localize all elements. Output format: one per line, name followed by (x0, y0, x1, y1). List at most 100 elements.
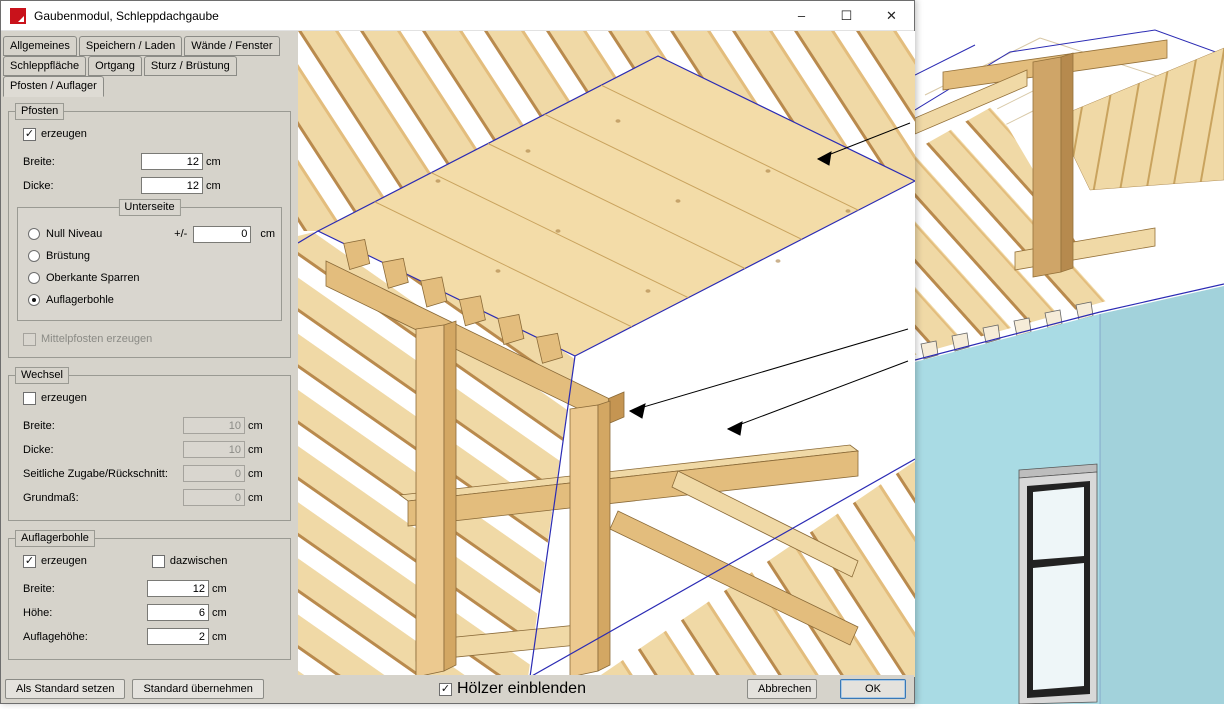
group-pfosten-caption: Pfosten (15, 103, 64, 120)
left-post (416, 321, 456, 677)
unterseite-oberkante-row: Oberkante Sparren (28, 270, 275, 286)
wechsel-erzeugen-row: erzeugen (23, 390, 284, 406)
auflagerbohle-breite-input[interactable] (147, 580, 209, 597)
wechsel-breite-input (183, 417, 245, 434)
titlebar[interactable]: Gaubenmodul, Schleppdachgaube – ☐ ✕ (1, 1, 914, 31)
ok-button[interactable]: OK (840, 679, 906, 699)
group-unterseite: Unterseite Null Niveau +/- cm Brüstung (17, 207, 282, 321)
group-wechsel: Wechsel erzeugen Breite: cm Dicke: cm Se… (8, 375, 291, 521)
panel-content: Pfosten ✓ erzeugen Breite: cm Dicke: cm … (1, 97, 298, 660)
mittelpfosten-row: Mittelpfosten erzeugen (23, 331, 284, 347)
pfosten-breite-unit: cm (206, 156, 221, 168)
auflagerbohle-auflagehoehe-input[interactable] (147, 628, 209, 645)
wechsel-dicke-unit: cm (248, 444, 263, 456)
unterseite-bruestung-label: Brüstung (46, 250, 90, 262)
unterseite-offset-label: +/- (174, 228, 187, 240)
unterseite-oberkante-sparren-radio[interactable] (28, 272, 40, 284)
auflagerbohle-auflagehoehe-label: Auflagehöhe: (23, 631, 147, 643)
wechsel-dicke-input (183, 441, 245, 458)
auflagerbohle-breite-row: Breite: cm (23, 579, 284, 598)
unterseite-null-niveau-radio[interactable] (28, 228, 40, 240)
auflagerbohle-dazwischen-label: dazwischen (170, 555, 227, 567)
dialog-footer: Als Standard setzen Standard übernehmen … (1, 675, 914, 703)
tab-row-1: Allgemeines Speichern / Laden Wände / Fe… (3, 36, 296, 56)
unterseite-bruestung-radio[interactable] (28, 250, 40, 262)
settings-panel: Allgemeines Speichern / Laden Wände / Fe… (1, 31, 298, 677)
tab-row-2: Schleppfläche Ortgang Sturz / Brüstung (3, 56, 296, 76)
tab-speichern-laden[interactable]: Speichern / Laden (79, 36, 182, 56)
dormer-3d-scene (298, 31, 915, 677)
apply-default-button[interactable]: Standard übernehmen (132, 679, 263, 699)
pfosten-breite-label: Breite: (23, 156, 141, 168)
show-timber-label: Hölzer einblenden (457, 680, 586, 698)
auflagerbohle-hoehe-row: Höhe: cm (23, 603, 284, 622)
wechsel-grundmass-row: Grundmaß: cm (23, 488, 284, 507)
wechsel-grundmass-unit: cm (248, 492, 263, 504)
group-unterseite-caption: Unterseite (118, 199, 180, 216)
tab-pfosten-auflager[interactable]: Pfosten / Auflager (3, 76, 104, 97)
auflagerbohle-erzeugen-label: erzeugen (41, 555, 87, 567)
auflagerbohle-auflagehoehe-unit: cm (212, 631, 227, 643)
tab-ortgang[interactable]: Ortgang (88, 56, 142, 76)
wechsel-dicke-row: Dicke: cm (23, 440, 284, 459)
pfosten-dicke-unit: cm (206, 180, 221, 192)
building-3d-scene (915, 0, 1224, 704)
auflagerbohle-dazwischen-checkbox[interactable] (152, 555, 165, 568)
auflagerbohle-erzeugen-checkbox[interactable]: ✓ (23, 555, 36, 568)
tab-row-3: Pfosten / Auflager (3, 76, 296, 97)
set-default-button[interactable]: Als Standard setzen (5, 679, 125, 699)
wechsel-zugabe-unit: cm (248, 468, 263, 480)
unterseite-null-niveau-row: Null Niveau +/- cm (28, 226, 275, 242)
pfosten-erzeugen-checkbox[interactable]: ✓ (23, 128, 36, 141)
wechsel-breite-label: Breite: (23, 420, 183, 432)
pfosten-erzeugen-label: erzeugen (41, 128, 87, 140)
pfosten-dicke-label: Dicke: (23, 180, 141, 192)
cancel-button[interactable]: Abbrechen (747, 679, 817, 699)
minimize-icon[interactable]: – (779, 1, 824, 30)
unterseite-oberkante-sparren-label: Oberkante Sparren (46, 272, 140, 284)
window-title: Gaubenmodul, Schleppdachgaube (34, 9, 219, 23)
show-timber-checkbox[interactable]: ✓ (439, 683, 452, 696)
auflagerbohle-hoehe-input[interactable] (147, 604, 209, 621)
app-logo-icon (10, 8, 26, 24)
unterseite-offset-input[interactable] (193, 226, 251, 243)
group-auflagerbohle-caption: Auflagerbohle (15, 530, 95, 547)
wechsel-dicke-label: Dicke: (23, 444, 183, 456)
building-3d-view[interactable] (915, 0, 1224, 704)
group-auflagerbohle: Auflagerbohle ✓ erzeugen dazwischen Brei… (8, 538, 291, 660)
unterseite-auflagerbohle-label: Auflagerbohle (46, 294, 114, 306)
unterseite-bruestung-row: Brüstung (28, 248, 275, 264)
wechsel-grundmass-input (183, 489, 245, 506)
pfosten-dicke-input[interactable] (141, 177, 203, 194)
window-controls: – ☐ ✕ (779, 1, 914, 30)
auflagerbohle-erzeugen-row: ✓ erzeugen dazwischen (23, 553, 284, 569)
maximize-icon[interactable]: ☐ (824, 1, 869, 30)
tab-sturz-bruestung[interactable]: Sturz / Brüstung (144, 56, 237, 76)
pfosten-dicke-row: Dicke: cm (23, 176, 284, 195)
dormer-3d-view[interactable] (298, 31, 915, 677)
unterseite-auflagerbohle-row: Auflagerbohle (28, 292, 275, 308)
wall-facet (1100, 286, 1224, 704)
unterseite-auflagerbohle-radio[interactable] (28, 294, 40, 306)
unterseite-offset-unit: cm (260, 228, 275, 240)
wechsel-zugabe-input (183, 465, 245, 482)
tab-schleppflaeche[interactable]: Schleppfläche (3, 56, 86, 76)
wechsel-erzeugen-label: erzeugen (41, 392, 87, 404)
auflagerbohle-hoehe-unit: cm (212, 607, 227, 619)
auflagerbohle-hoehe-label: Höhe: (23, 607, 147, 619)
dialog-gaubenmodul: Gaubenmodul, Schleppdachgaube – ☐ ✕ Allg… (0, 0, 915, 704)
wechsel-breite-row: Breite: cm (23, 416, 284, 435)
mittelpfosten-label: Mittelpfosten erzeugen (41, 333, 152, 345)
pfosten-erzeugen-row: ✓ erzeugen (23, 126, 284, 142)
pfosten-breite-input[interactable] (141, 153, 203, 170)
tab-bar: Allgemeines Speichern / Laden Wände / Fe… (1, 31, 298, 97)
auflagerbohle-auflagehoehe-row: Auflagehöhe: cm (23, 627, 284, 646)
wechsel-erzeugen-checkbox[interactable] (23, 392, 36, 405)
auflagerbohle-breite-unit: cm (212, 583, 227, 595)
tab-allgemeines[interactable]: Allgemeines (3, 36, 77, 56)
wall-window (1019, 464, 1097, 704)
wechsel-zugabe-label: Seitliche Zugabe/Rückschnitt: (23, 468, 183, 480)
wechsel-grundmass-label: Grundmaß: (23, 492, 183, 504)
tab-waende-fenster[interactable]: Wände / Fenster (184, 36, 279, 56)
close-icon[interactable]: ✕ (869, 1, 914, 30)
